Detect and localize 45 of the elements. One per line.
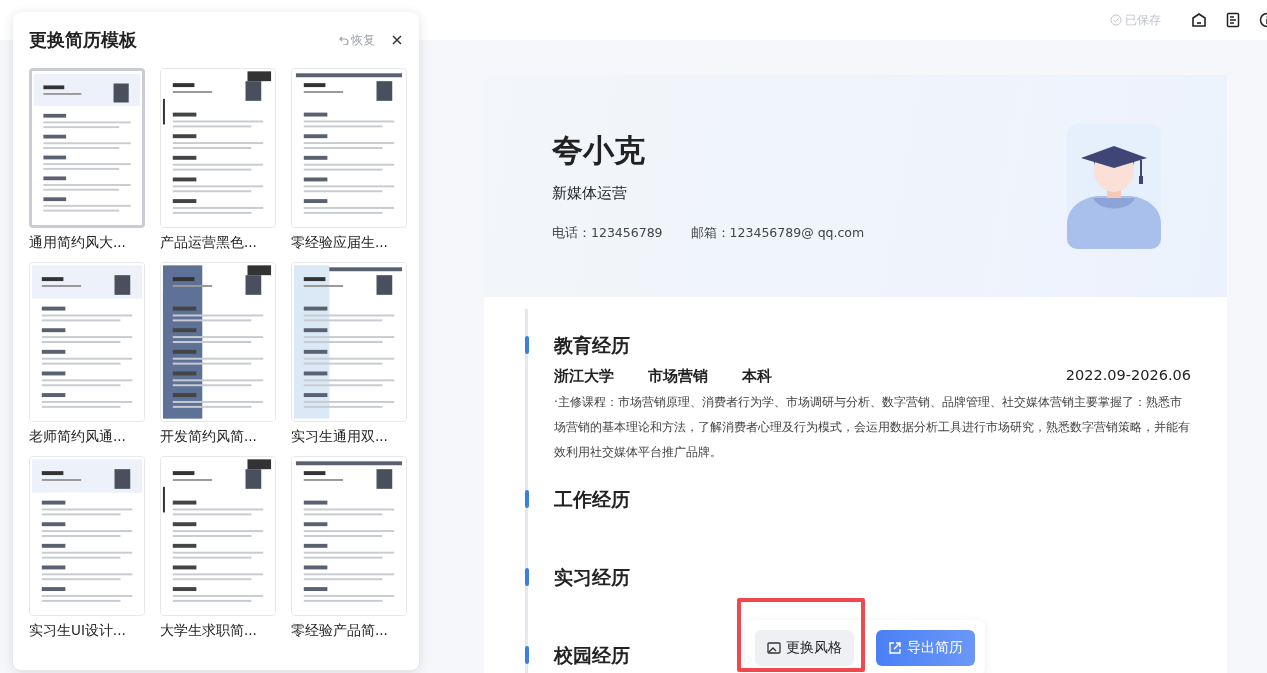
section-title: 工作经历 [554,487,630,512]
section-marker [525,490,529,508]
resume-thumbnail-drawing[interactable] [160,68,276,228]
resume-thumbnail-drawing[interactable] [291,456,407,616]
contact-info: 电话：123456789 [552,225,663,242]
template-label[interactable]: 实习生UI设计... [29,622,145,640]
template-label[interactable]: 开发简约风简... [160,428,276,446]
close-icon[interactable] [391,34,403,46]
template-label[interactable]: 实习生通用双... [291,428,407,446]
contact-info: 邮箱：123456789@ qq.com [690,225,865,242]
resume-thumbnail-drawing[interactable] [160,262,276,422]
template-label[interactable]: 产品运营黑色... [160,234,276,252]
panel-title: 更换简历模板 [29,29,137,52]
resume-name: 夸小克 [552,131,646,170]
template-label[interactable]: 通用简约风大... [29,234,145,252]
entry-field: 市场营销 [648,367,708,386]
document-icon[interactable] [1225,12,1241,28]
check-circle-icon [1110,14,1122,26]
resume-thumbnail-drawing[interactable] [29,262,145,422]
template-label[interactable]: 大学生求职简... [160,622,276,640]
resume-thumbnail-drawing[interactable] [160,456,276,616]
section-marker [525,568,529,586]
entry-description: ·主修课程：市场营销原理、消费者行为学、市场调研与分析、数字营销、品牌管理、社交媒体营销主要掌握了：熟悉市场营销的基本理论和方法，了解消费者心理及行为模式，会运用数据分析工具进行市场研究，熟悉数字营销策略，并能有效利用社交媒体平台推广品牌。 [554,394,1191,461]
resume-position: 新媒体运营 [552,184,628,203]
resume-thumbnail-drawing[interactable] [291,262,407,422]
template-label[interactable]: 零经验应届生... [291,234,407,252]
section-title: 实习经历 [554,565,630,590]
resume-thumbnail-drawing[interactable] [29,68,145,228]
section-title: 教育经历 [554,333,630,358]
entry-period: 2022.09-2026.06 [1065,367,1191,385]
resume-thumbnail-drawing[interactable] [291,68,407,228]
entry-field: 浙江大学 [554,367,614,386]
external-link-icon [888,641,902,655]
entry-field: 本科 [742,367,772,386]
undo-icon [339,35,349,45]
section-marker [525,336,529,354]
image-edit-icon [767,641,781,655]
save-status: 已保存 [1125,11,1161,29]
home-icon[interactable] [1191,12,1207,28]
section-marker [525,646,529,664]
section-title: 校园经历 [554,643,630,668]
template-label[interactable]: 零经验产品简... [291,622,407,640]
style-button[interactable]: 更换风格 [755,630,854,666]
resume-thumbnail-drawing[interactable] [29,456,145,616]
template-label[interactable]: 老师简约风通... [29,428,145,446]
